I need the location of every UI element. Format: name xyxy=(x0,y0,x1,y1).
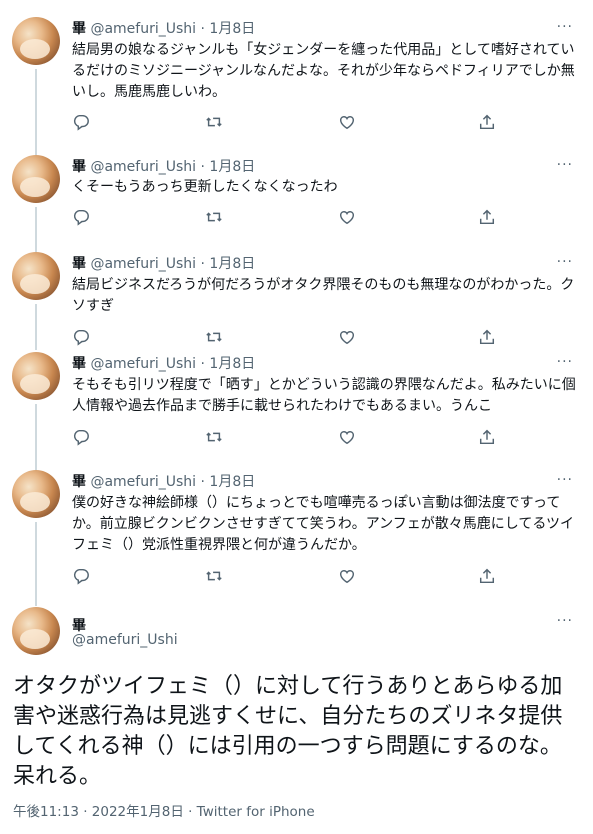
thread-line xyxy=(35,304,37,350)
tweet-text: そもそも引リツ程度で「晒す」とかどういう認識の界隈なんだよ。私みたいに個人情報や… xyxy=(72,377,576,414)
user-handle[interactable]: @amefuri_Ushi xyxy=(90,21,196,37)
like-icon[interactable] xyxy=(338,428,358,448)
tweet-actions xyxy=(72,328,512,348)
thread-line xyxy=(35,69,37,155)
tweet-header: 畢 @amefuri_Ushi · 1月8日 xyxy=(72,158,255,176)
tweet-actions xyxy=(72,428,512,448)
main-tweet-text: オタクがツイフェミ（）に対して行うありとあらゆる加害や迷惑行為は見逃すくせに、自… xyxy=(13,674,563,789)
share-icon[interactable] xyxy=(478,428,498,448)
more-icon[interactable]: ··· xyxy=(557,472,573,488)
user-name[interactable]: 畢 xyxy=(72,474,86,490)
tweet-actions xyxy=(72,113,512,133)
like-icon[interactable] xyxy=(338,208,358,228)
share-icon[interactable] xyxy=(478,208,498,228)
more-icon[interactable]: ··· xyxy=(557,354,573,370)
reply-icon[interactable] xyxy=(72,113,92,133)
more-icon[interactable]: ··· xyxy=(557,19,573,35)
separator: · xyxy=(200,474,205,490)
tweet-date[interactable]: 1月8日 xyxy=(209,256,255,272)
tweet-meta[interactable]: 午後11:13 · 2022年1月8日 · Twitter for iPhone xyxy=(13,800,315,820)
thread-line xyxy=(35,522,37,606)
user-handle[interactable]: @amefuri_Ushi xyxy=(90,256,196,272)
user-name[interactable]: 畢 xyxy=(72,21,86,37)
thread-line xyxy=(35,404,37,470)
tweet-text: 結局ビジネスだろうが何だろうがオタク界隈そのものも無理なのがわかった。クソすぎ xyxy=(72,277,575,314)
retweet-icon[interactable] xyxy=(205,428,225,448)
reply-icon[interactable] xyxy=(72,328,92,348)
thread-line xyxy=(35,207,37,252)
reply-icon[interactable] xyxy=(72,428,92,448)
reply-icon[interactable] xyxy=(72,567,92,587)
avatar[interactable] xyxy=(12,352,60,400)
user-name[interactable]: 畢 xyxy=(72,356,86,372)
share-icon[interactable] xyxy=(478,567,498,587)
separator: · xyxy=(200,21,205,37)
user-handle[interactable]: @amefuri_Ushi xyxy=(90,356,196,372)
share-icon[interactable] xyxy=(478,328,498,348)
tweet-text: 僕の好きな神絵師様（）にちょっとでも喧嘩売るっぽい言動は御法度ですってか。前立腺… xyxy=(72,495,575,553)
more-icon[interactable]: ··· xyxy=(557,157,573,173)
user-handle[interactable]: @amefuri_Ushi xyxy=(72,632,178,648)
tweet-actions xyxy=(72,208,512,228)
avatar[interactable] xyxy=(12,470,60,518)
user-handle[interactable]: @amefuri_Ushi xyxy=(90,159,196,175)
retweet-icon[interactable] xyxy=(205,567,225,587)
user-name[interactable]: 畢 xyxy=(72,159,86,175)
tweet-date[interactable]: 1月8日 xyxy=(209,356,255,372)
share-icon[interactable] xyxy=(478,113,498,133)
like-icon[interactable] xyxy=(338,113,358,133)
tweet-header: 畢 @amefuri_Ushi · 1月8日 xyxy=(72,473,255,491)
tweet-date[interactable]: 1月8日 xyxy=(209,21,255,37)
tweet-text: 結局男の娘なるジャンルも「女ジェンダーを纏った代用品」として嗜好されているだけの… xyxy=(72,42,575,100)
tweet-actions xyxy=(72,567,512,587)
tweet-text: くそーもうあっち更新したくなくなったわ xyxy=(72,179,338,195)
reply-icon[interactable] xyxy=(72,208,92,228)
retweet-icon[interactable] xyxy=(205,328,225,348)
separator: · xyxy=(200,256,205,272)
tweet-header: 畢 @amefuri_Ushi · 1月8日 xyxy=(72,20,255,38)
like-icon[interactable] xyxy=(338,567,358,587)
retweet-icon[interactable] xyxy=(205,113,225,133)
tweet-date[interactable]: 1月8日 xyxy=(209,474,255,490)
retweet-icon[interactable] xyxy=(205,208,225,228)
avatar[interactable] xyxy=(12,155,60,203)
avatar[interactable] xyxy=(12,252,60,300)
tweet-header: 畢 @amefuri_Ushi · 1月8日 xyxy=(72,355,255,373)
separator: · xyxy=(200,159,205,175)
tweet-date[interactable]: 1月8日 xyxy=(209,159,255,175)
tweet-header: 畢 @amefuri_Ushi · 1月8日 xyxy=(72,255,255,273)
separator: · xyxy=(200,356,205,372)
more-icon[interactable]: ··· xyxy=(557,613,573,629)
avatar[interactable] xyxy=(12,17,60,65)
user-handle[interactable]: @amefuri_Ushi xyxy=(90,474,196,490)
more-icon[interactable]: ··· xyxy=(557,254,573,270)
avatar[interactable] xyxy=(12,607,60,655)
like-icon[interactable] xyxy=(338,328,358,348)
user-name[interactable]: 畢 xyxy=(72,256,86,272)
